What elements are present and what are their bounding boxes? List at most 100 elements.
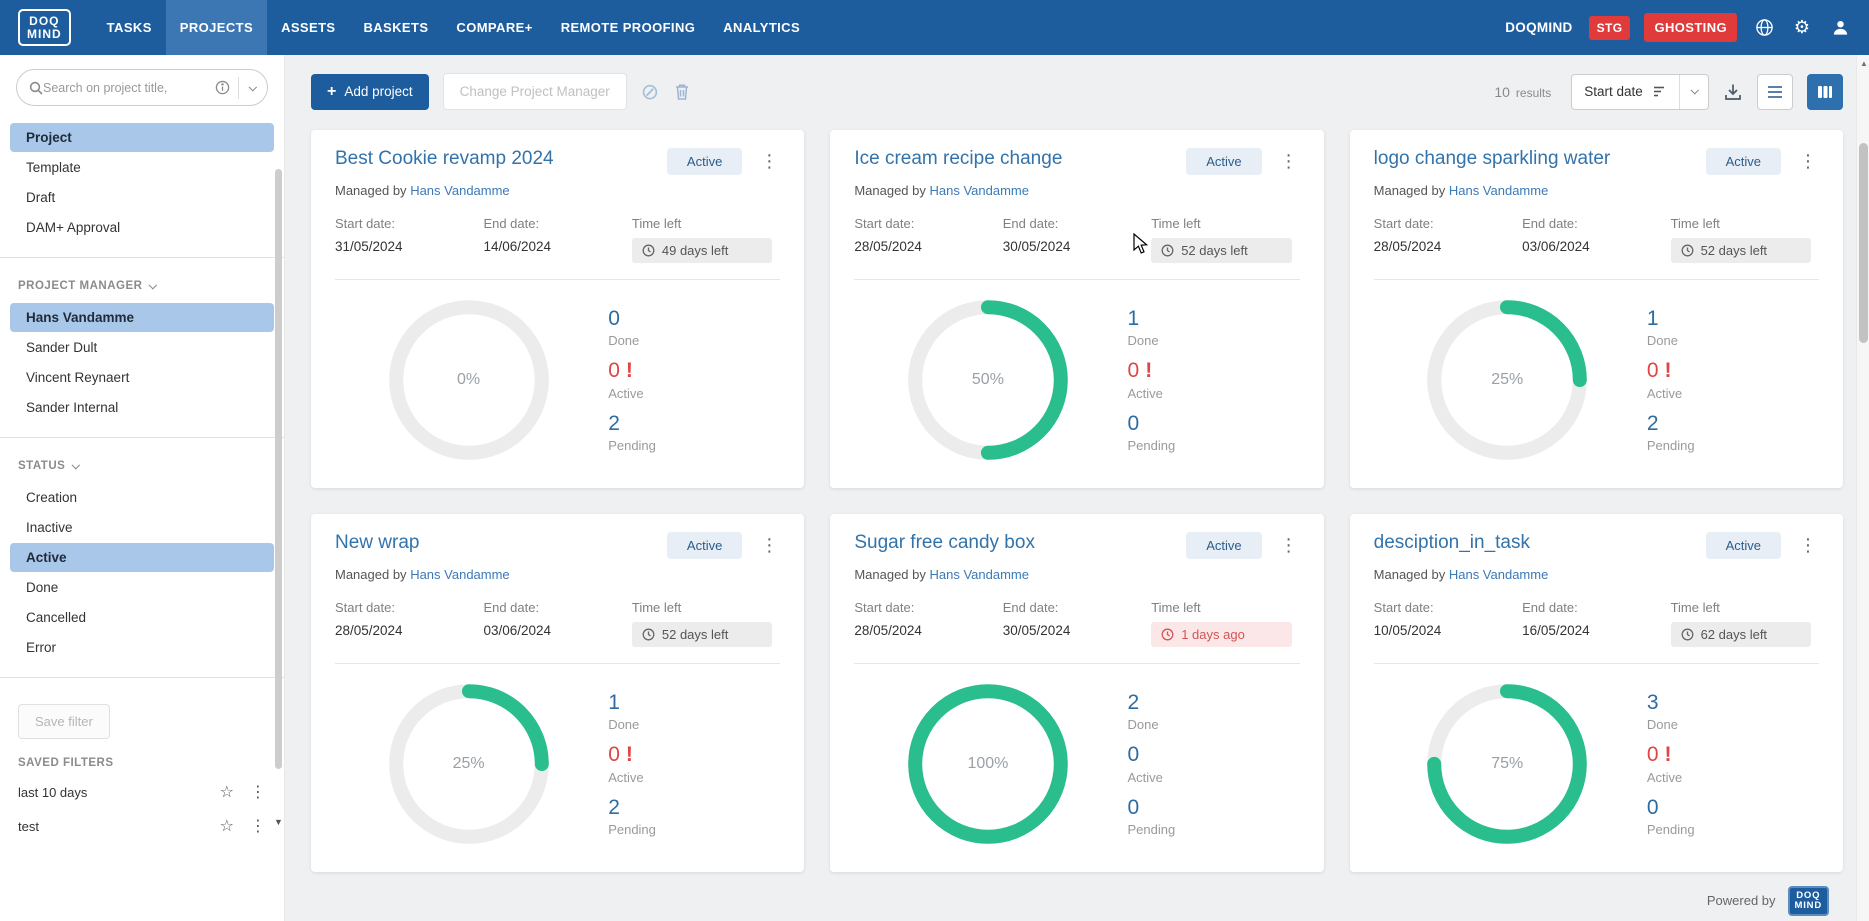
active-count[interactable]: 0! bbox=[1647, 359, 1819, 382]
download-button[interactable] bbox=[1723, 82, 1743, 102]
info-icon[interactable] bbox=[215, 80, 230, 95]
scroll-down-arrow[interactable]: ▼ bbox=[274, 817, 283, 827]
start-date-value: 31/05/2024 bbox=[335, 239, 483, 254]
card-menu-button[interactable]: ⋮ bbox=[1797, 535, 1819, 556]
pending-count[interactable]: 2 bbox=[608, 412, 780, 435]
pending-count[interactable]: 2 bbox=[1647, 412, 1819, 435]
card-menu-button[interactable]: ⋮ bbox=[1797, 151, 1819, 172]
pending-count[interactable]: 2 bbox=[608, 796, 780, 819]
active-count[interactable]: 0! bbox=[1647, 743, 1819, 766]
nav-item-remote-proofing[interactable]: REMOTE PROOFING bbox=[547, 0, 710, 55]
status-item-inactive[interactable]: Inactive bbox=[10, 513, 274, 542]
time-left-text: 52 days left bbox=[662, 627, 729, 642]
nav-item-assets[interactable]: ASSETS bbox=[267, 0, 349, 55]
card-menu-button[interactable]: ⋮ bbox=[1278, 535, 1300, 556]
progress-percent: 75% bbox=[1491, 755, 1523, 773]
status-item-cancelled[interactable]: Cancelled bbox=[10, 603, 274, 632]
add-project-label: Add project bbox=[344, 84, 412, 99]
sort-select[interactable]: Start date bbox=[1572, 75, 1679, 109]
pending-count[interactable]: 0 bbox=[1128, 796, 1300, 819]
star-icon[interactable]: ☆ bbox=[220, 816, 234, 836]
managed-by-label: Managed by bbox=[1374, 567, 1446, 582]
done-count[interactable]: 1 bbox=[1128, 307, 1300, 330]
active-count[interactable]: 0! bbox=[608, 359, 780, 382]
active-count[interactable]: 0! bbox=[1128, 359, 1300, 382]
settings-gear-icon[interactable]: ⚙ bbox=[1791, 17, 1813, 39]
saved-filter-name[interactable]: test bbox=[18, 819, 208, 834]
manager-link[interactable]: Hans Vandamme bbox=[1449, 183, 1548, 198]
scroll-up-arrow[interactable]: ▲ bbox=[1860, 59, 1868, 68]
more-options-icon[interactable]: ⋮ bbox=[246, 782, 270, 802]
card-menu-button[interactable]: ⋮ bbox=[1278, 151, 1300, 172]
start-date-value: 28/05/2024 bbox=[854, 239, 1002, 254]
manager-item-vincent-reynaert[interactable]: Vincent Reynaert bbox=[10, 363, 274, 392]
manager-item-sander-dult[interactable]: Sander Dult bbox=[10, 333, 274, 362]
active-count[interactable]: 0! bbox=[608, 743, 780, 766]
scrollbar-thumb[interactable] bbox=[1859, 143, 1868, 343]
project-title[interactable]: Best Cookie revamp 2024 bbox=[335, 148, 667, 170]
card-menu-button[interactable]: ⋮ bbox=[758, 535, 780, 556]
sidebar-item-dam-approval[interactable]: DAM+ Approval bbox=[10, 213, 274, 242]
app-logo[interactable]: DOQ MIND bbox=[18, 9, 71, 46]
card-menu-button[interactable]: ⋮ bbox=[758, 151, 780, 172]
topbar: DOQ MIND TASKSPROJECTSASSETSBASKETSCOMPA… bbox=[0, 0, 1869, 55]
project-title[interactable]: Sugar free candy box bbox=[854, 532, 1186, 554]
scrollbar-thumb[interactable] bbox=[275, 169, 282, 769]
nav-item-compare[interactable]: COMPARE+ bbox=[442, 0, 546, 55]
nav-item-projects[interactable]: PROJECTS bbox=[166, 0, 267, 55]
manager-link[interactable]: Hans Vandamme bbox=[410, 567, 509, 582]
user-icon[interactable] bbox=[1829, 17, 1851, 39]
more-options-icon[interactable]: ⋮ bbox=[246, 816, 270, 836]
nav-item-tasks[interactable]: TASKS bbox=[93, 0, 166, 55]
main-scrollbar[interactable]: ▲ bbox=[1856, 55, 1869, 921]
status-item-error[interactable]: Error bbox=[10, 633, 274, 662]
nav-item-analytics[interactable]: ANALYTICS bbox=[709, 0, 814, 55]
active-count[interactable]: 0! bbox=[1128, 743, 1300, 766]
divider bbox=[238, 77, 239, 99]
project-title[interactable]: desciption_in_task bbox=[1374, 532, 1706, 554]
status-item-creation[interactable]: Creation bbox=[10, 483, 274, 512]
deactivate-icon-button[interactable]: ⊘ bbox=[641, 81, 659, 103]
manager-item-hans-vandamme[interactable]: Hans Vandamme bbox=[10, 303, 274, 332]
done-count[interactable]: 2 bbox=[1128, 691, 1300, 714]
sidebar-item-draft[interactable]: Draft bbox=[10, 183, 274, 212]
star-icon[interactable]: ☆ bbox=[220, 782, 234, 802]
manager-link[interactable]: Hans Vandamme bbox=[410, 183, 509, 198]
end-date-label: End date: bbox=[483, 216, 631, 231]
status-item-active[interactable]: Active bbox=[10, 543, 274, 572]
manager-item-sander-internal[interactable]: Sander Internal bbox=[10, 393, 274, 422]
alert-exclamation-icon: ! bbox=[1665, 359, 1672, 382]
done-count[interactable]: 1 bbox=[608, 691, 780, 714]
search-chevron-down-icon[interactable] bbox=[245, 79, 267, 97]
pending-count[interactable]: 0 bbox=[1647, 796, 1819, 819]
globe-icon[interactable] bbox=[1753, 17, 1775, 39]
add-project-button[interactable]: + Add project bbox=[311, 74, 429, 110]
project-title[interactable]: Ice cream recipe change bbox=[854, 148, 1186, 170]
sort-chevron-button[interactable] bbox=[1679, 75, 1708, 109]
nav-item-baskets[interactable]: BASKETS bbox=[349, 0, 442, 55]
manager-link[interactable]: Hans Vandamme bbox=[930, 567, 1029, 582]
project-title[interactable]: logo change sparkling water bbox=[1374, 148, 1706, 170]
change-project-manager-button[interactable]: Change Project Manager bbox=[443, 73, 627, 110]
manager-link[interactable]: Hans Vandamme bbox=[930, 183, 1029, 198]
sidebar-item-project[interactable]: Project bbox=[10, 123, 274, 152]
done-count[interactable]: 3 bbox=[1647, 691, 1819, 714]
project-title[interactable]: New wrap bbox=[335, 532, 667, 554]
status-item-done[interactable]: Done bbox=[10, 573, 274, 602]
project-manager-section-header[interactable]: PROJECT MANAGER bbox=[0, 268, 284, 298]
sidebar-item-template[interactable]: Template bbox=[10, 153, 274, 182]
done-count[interactable]: 1 bbox=[1647, 307, 1819, 330]
sidebar-scrollbar[interactable]: ▼ bbox=[275, 153, 282, 813]
save-filter-button[interactable]: Save filter bbox=[18, 704, 110, 739]
done-count[interactable]: 0 bbox=[608, 307, 780, 330]
pending-count[interactable]: 0 bbox=[1128, 412, 1300, 435]
footer-logo[interactable]: DOQ MIND bbox=[1788, 886, 1829, 916]
search-input[interactable] bbox=[43, 81, 215, 95]
status-section-header[interactable]: STATUS bbox=[0, 448, 284, 478]
saved-filter-name[interactable]: last 10 days bbox=[18, 785, 208, 800]
delete-icon-button[interactable] bbox=[673, 82, 691, 101]
divider bbox=[854, 279, 1299, 280]
grid-view-button[interactable] bbox=[1807, 74, 1843, 110]
list-view-button[interactable] bbox=[1757, 74, 1793, 110]
manager-link[interactable]: Hans Vandamme bbox=[1449, 567, 1548, 582]
